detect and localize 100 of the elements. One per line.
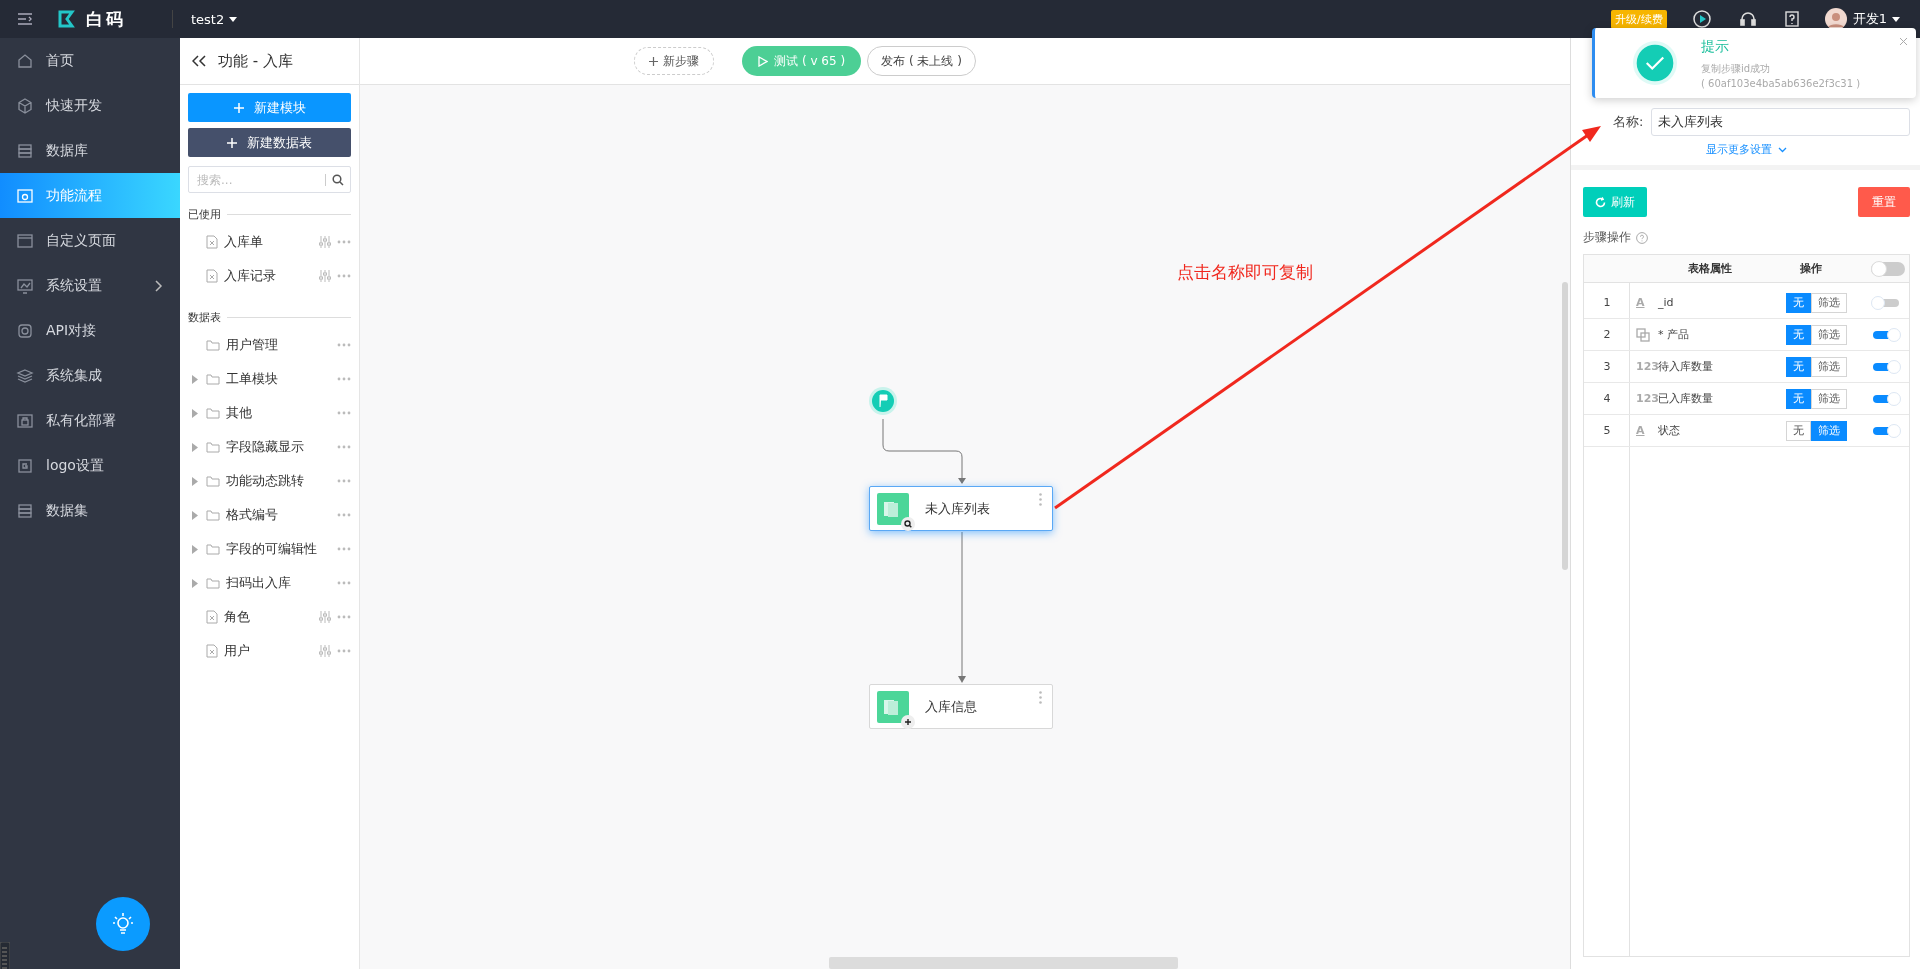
more-icon[interactable] <box>337 479 351 483</box>
sidebar-item[interactable]: 数据库 <box>0 128 180 173</box>
more-icon[interactable] <box>337 649 351 653</box>
sidebar-item[interactable]: API对接 <box>0 308 180 353</box>
number-type-icon: 123 <box>1636 392 1658 405</box>
more-icon[interactable] <box>337 274 351 278</box>
publish-button[interactable]: 发布 ( 未上线 ) <box>867 46 976 76</box>
tree-item[interactable]: 格式编号 <box>188 501 351 529</box>
tree-item[interactable]: 用户 <box>188 637 351 665</box>
new-button[interactable]: 新建数据表 <box>188 128 351 157</box>
table-node-icon <box>877 690 909 723</box>
kebab-icon[interactable] <box>1039 691 1042 704</box>
check-circle-icon <box>1633 41 1677 85</box>
more-icon[interactable] <box>337 411 351 415</box>
flow-node[interactable]: 未入库列表 <box>869 486 1053 531</box>
toast-detail: ( 60af103e4ba5ab636e2f3c31 ) <box>1701 77 1861 89</box>
plus-icon <box>649 56 659 66</box>
tree-item[interactable]: 工单模块 <box>188 365 351 393</box>
more-icon[interactable] <box>337 240 351 244</box>
toggle-switch[interactable] <box>1873 298 1899 307</box>
option-button[interactable]: 筛选 <box>1811 356 1847 377</box>
field-name: 状态 <box>1658 423 1680 438</box>
tree-item[interactable]: 入库单 <box>188 228 351 256</box>
sliders-icon[interactable] <box>319 644 331 658</box>
chevron-down-icon <box>1778 146 1787 153</box>
more-icon[interactable] <box>337 445 351 449</box>
option-button[interactable]: 无 <box>1786 420 1811 441</box>
sidebar-item[interactable]: 快速开发 <box>0 83 180 128</box>
caret-icon[interactable] <box>192 442 198 452</box>
folder-icon <box>206 509 220 521</box>
more-icon[interactable] <box>337 377 351 381</box>
more-icon[interactable] <box>337 547 351 551</box>
tree-item[interactable]: 其他 <box>188 399 351 427</box>
toggle-switch[interactable] <box>1871 261 1905 276</box>
start-flag-icon[interactable] <box>869 387 897 415</box>
kebab-icon[interactable] <box>1039 493 1042 506</box>
refresh-icon <box>1595 196 1606 208</box>
caret-icon[interactable] <box>192 476 198 486</box>
folder-icon <box>206 373 220 385</box>
name-field[interactable]: 未入库列表 <box>1651 108 1910 136</box>
panel-title: 功能 - 入库 <box>218 51 293 71</box>
tree-item[interactable]: 字段的可编辑性 <box>188 535 351 563</box>
user-menu[interactable]: 开发1 <box>1852 10 1900 28</box>
caret-icon[interactable] <box>192 408 198 418</box>
toggle-switch[interactable] <box>1873 330 1899 339</box>
sidebar-item[interactable]: logo设置 <box>0 443 180 488</box>
bulb-button[interactable] <box>96 897 150 951</box>
file-icon <box>206 269 218 283</box>
search-icon[interactable] <box>332 173 344 186</box>
new-step-button[interactable]: 新步骤 <box>634 47 715 75</box>
plus-icon <box>233 102 244 113</box>
sidebar-item[interactable]: 数据集 <box>0 488 180 533</box>
field-name: 待入库数量 <box>1658 359 1713 374</box>
caret-icon[interactable] <box>192 374 198 384</box>
tree-item[interactable]: 用户管理 <box>188 331 351 359</box>
sidebar-item[interactable]: 私有化部署 <box>0 398 180 443</box>
search-field[interactable]: 搜索... <box>188 166 351 193</box>
tree-item[interactable]: 角色 <box>188 603 351 631</box>
toggle-switch[interactable] <box>1873 394 1899 403</box>
play-icon <box>758 55 769 67</box>
caret-icon <box>1892 16 1900 22</box>
tree-item[interactable]: 功能动态跳转 <box>188 467 351 495</box>
sliders-icon[interactable] <box>319 269 331 283</box>
more-icon[interactable] <box>337 343 351 347</box>
tree-item[interactable]: 扫码出入库 <box>188 569 351 597</box>
toast-message: 复制步骤id成功 <box>1701 61 1772 76</box>
project-selector[interactable]: test2 <box>191 11 238 27</box>
sidebar-item[interactable]: 系统设置 <box>0 263 180 308</box>
more-icon[interactable] <box>337 513 351 517</box>
option-button[interactable]: 筛选 <box>1811 324 1847 345</box>
option-button[interactable]: 筛选 <box>1811 292 1847 313</box>
sliders-icon[interactable] <box>319 235 331 249</box>
toggle-switch[interactable] <box>1873 362 1899 371</box>
section-label: 数据表 <box>188 310 221 325</box>
row-number: 5 <box>1602 424 1612 437</box>
more-icon[interactable] <box>337 581 351 585</box>
file-icon <box>206 235 218 249</box>
database-icon <box>16 501 34 520</box>
row-number: 2 <box>1602 328 1612 341</box>
sidebar-item[interactable]: 首页 <box>0 38 180 83</box>
section-label: 步骤操作 <box>1583 229 1631 246</box>
caret-icon[interactable] <box>192 578 198 588</box>
collapse-icon[interactable] <box>192 55 206 67</box>
more-icon[interactable] <box>337 615 351 619</box>
option-button[interactable]: 筛选 <box>1811 388 1847 409</box>
sliders-icon[interactable] <box>319 610 331 624</box>
tree-item[interactable]: 字段隐藏显示 <box>188 433 351 461</box>
tree-item[interactable]: 入库记录 <box>188 262 351 290</box>
play-icon[interactable] <box>1692 10 1711 28</box>
folder-icon <box>206 407 220 419</box>
toggle-switch[interactable] <box>1873 426 1899 435</box>
caret-icon[interactable] <box>192 510 198 520</box>
sidebar-item[interactable]: 自定义页面 <box>0 218 180 263</box>
caret-icon[interactable] <box>192 544 198 554</box>
flow-node[interactable]: 入库信息 <box>869 684 1053 729</box>
sidebar-item[interactable]: 系统集成 <box>0 353 180 398</box>
menu-icon[interactable] <box>18 13 32 25</box>
flow-icon <box>16 186 34 205</box>
annotation-text: 点击名称即可复制 <box>1177 261 1313 284</box>
headset-icon[interactable] <box>1738 10 1757 28</box>
